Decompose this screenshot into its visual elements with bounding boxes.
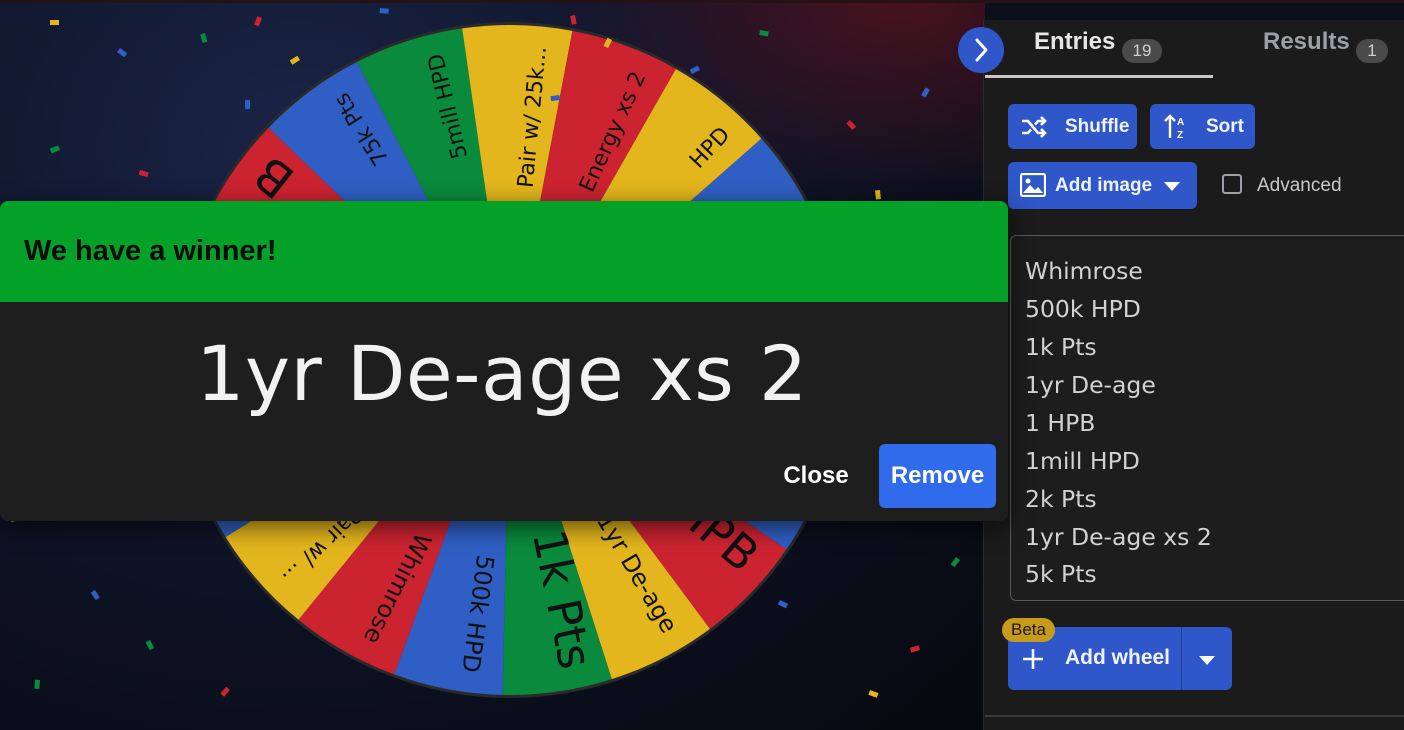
- entry-line: 1 HPB: [1025, 409, 1096, 437]
- confetti-piece: [138, 170, 149, 178]
- entry-line: 1yr De-age: [1025, 371, 1156, 399]
- entries-count-badge: 19: [1122, 39, 1162, 63]
- sort-icon: A Z: [1164, 114, 1184, 141]
- winner-dialog-title: We have a winner!: [24, 235, 277, 267]
- tab-results[interactable]: Results: [1263, 28, 1350, 56]
- remove-button[interactable]: Remove: [879, 444, 996, 508]
- shuffle-label: Shuffle: [1065, 116, 1130, 137]
- confetti-piece: [875, 190, 881, 200]
- confetti-piece: [200, 32, 208, 44]
- winner-name: 1yr De-age xs 2: [196, 329, 808, 418]
- confetti-piece: [50, 20, 59, 25]
- add-image-label: Add image: [1055, 175, 1153, 196]
- sort-button[interactable]: A Z Sort: [1150, 104, 1255, 149]
- confetti-piece: [846, 120, 857, 130]
- entry-line: 1mill HPD: [1025, 447, 1140, 475]
- entry-line: Whimrose: [1025, 257, 1143, 285]
- advanced-label: Advanced: [1257, 175, 1342, 196]
- add-image-button[interactable]: Add image: [1008, 162, 1197, 209]
- entry-line: 2k Pts: [1025, 485, 1097, 513]
- svg-text:A: A: [1177, 117, 1184, 128]
- chevron-down-icon: [1164, 182, 1180, 191]
- entry-line: 500k HPD: [1025, 295, 1141, 323]
- confetti-piece: [220, 686, 231, 697]
- shuffle-button[interactable]: Shuffle: [1008, 104, 1137, 149]
- active-tab-indicator: [985, 75, 1213, 78]
- add-wheel-dropdown-icon[interactable]: [1197, 653, 1217, 667]
- confetti-piece: [868, 690, 879, 698]
- confetti-piece: [950, 557, 960, 568]
- confetti-piece: [49, 145, 60, 154]
- shuffle-icon: [1022, 116, 1047, 138]
- confetti-piece: [145, 639, 155, 651]
- sort-label: Sort: [1206, 116, 1244, 137]
- confetti-piece: [34, 679, 40, 689]
- confetti-piece: [379, 8, 389, 14]
- advanced-checkbox[interactable]: [1222, 174, 1242, 194]
- confetti-piece: [689, 65, 701, 75]
- results-count-badge: 1: [1356, 39, 1388, 63]
- confetti-piece: [570, 15, 577, 25]
- split-divider: [1181, 627, 1182, 690]
- chevron-right-icon: [975, 38, 988, 62]
- confetti-piece: [245, 100, 251, 110]
- confetti-piece: [909, 645, 921, 653]
- winner-dialog-header: We have a winner!: [0, 201, 1008, 302]
- confetti-piece: [759, 29, 769, 37]
- close-button[interactable]: Close: [770, 444, 862, 508]
- entry-line: 5k Pts: [1025, 560, 1097, 588]
- image-icon: [1020, 173, 1046, 197]
- confetti-piece: [90, 590, 100, 601]
- confetti-piece: [777, 600, 789, 609]
- panel-toggle-button[interactable]: [958, 27, 1004, 73]
- confetti-piece: [116, 48, 128, 58]
- confetti-piece: [289, 55, 300, 65]
- winner-dialog: We have a winner! 1yr De-age xs 2 Close …: [0, 201, 1008, 521]
- entry-line: 1yr De-age xs 2: [1025, 523, 1212, 551]
- beta-badge: Beta: [1002, 618, 1055, 642]
- add-wheel-label: Add wheel: [1065, 646, 1171, 669]
- wheel-app-screen: B 75k Pts 5mill HPD Pair w/ 25k... Energy xs…: [0, 0, 1404, 730]
- confetti-piece: [254, 16, 262, 27]
- tab-entries[interactable]: Entries: [1034, 28, 1115, 56]
- confetti-piece: [921, 87, 931, 98]
- plus-icon: [1023, 649, 1043, 669]
- svg-text:Z: Z: [1177, 130, 1183, 141]
- panel-divider: [985, 715, 1404, 717]
- entry-line: 1k Pts: [1025, 333, 1097, 361]
